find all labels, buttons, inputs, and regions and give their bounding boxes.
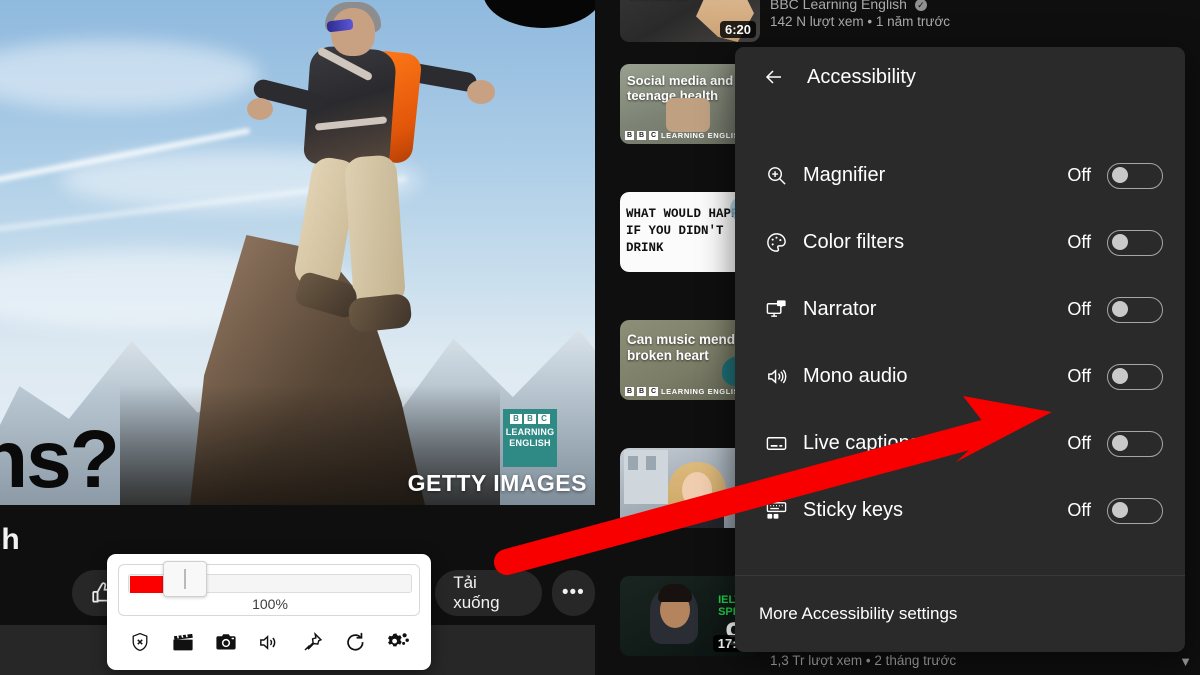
toolbar-icon-row	[118, 622, 420, 662]
channel-label: BBC Learning English	[770, 0, 907, 12]
item-label: Magnifier	[803, 164, 886, 186]
item-label: Sticky keys	[803, 499, 904, 521]
accessibility-item-narrator[interactable]: Narrator Off	[735, 276, 1185, 343]
volume-toolbar-popup[interactable]: 100%	[107, 554, 431, 670]
toggle-mono-audio[interactable]	[1107, 363, 1163, 390]
accessibility-item-magnifier[interactable]: Magnifier Off	[735, 142, 1185, 209]
scroll-down-caret-icon[interactable]: ▼	[1179, 654, 1192, 669]
speaker-icon	[759, 365, 793, 388]
more-actions-button[interactable]: •••	[551, 570, 595, 616]
thumbnail-title: efficient?	[628, 0, 690, 2]
toggle-color-filters[interactable]	[1107, 229, 1163, 256]
item-state: Off	[1067, 500, 1091, 520]
getty-images-watermark: GETTY IMAGES	[407, 470, 587, 496]
accessibility-item-mono-audio[interactable]: Mono audio Off	[735, 343, 1185, 410]
volume-percent-label: 100%	[252, 596, 288, 612]
item-label: Mono audio	[803, 365, 908, 387]
list-item[interactable]: efficient? 6:20	[620, 0, 760, 42]
item-state: Off	[1067, 165, 1091, 185]
back-button[interactable]	[751, 54, 797, 100]
rail-channel-name: BBC Learning English ✓	[770, 0, 927, 12]
toggle-live-captions[interactable]	[1107, 430, 1163, 457]
video-title: lish	[0, 523, 20, 556]
screen-root: ns? B B C LEARNING ENGLISH GETTY IMAGES …	[0, 0, 1200, 675]
download-button[interactable]: Tải xuống	[435, 570, 542, 616]
accessibility-items-list: Magnifier Off Color filters Off Narrator…	[735, 142, 1185, 544]
shield-block-icon[interactable]	[125, 627, 155, 657]
pin-icon[interactable]	[297, 627, 327, 657]
volume-slider-group[interactable]: 100%	[118, 561, 420, 616]
black-graphic-blob	[483, 0, 595, 28]
bbc-badge: B B C LEARNING ENGLISH	[625, 387, 746, 396]
more-accessibility-settings-link[interactable]: More Accessibility settings	[759, 604, 957, 624]
video-frame[interactable]: ns? B B C LEARNING ENGLISH GETTY IMAGES	[0, 0, 595, 505]
bbc-letter: C	[538, 414, 550, 424]
keyboard-icon	[759, 499, 793, 522]
accessibility-item-sticky-keys[interactable]: Sticky keys Off	[735, 477, 1185, 544]
color-palette-icon	[759, 231, 793, 254]
toggle-narrator[interactable]	[1107, 296, 1163, 323]
cloud	[0, 40, 260, 110]
back-arrow-icon	[765, 70, 781, 84]
ellipsis-icon: •••	[561, 582, 585, 603]
accessibility-item-live-captions[interactable]: Live captions Off	[735, 410, 1185, 477]
panel-title: Accessibility	[807, 65, 916, 88]
clapperboard-icon[interactable]	[168, 627, 198, 657]
download-label: Tải xuống	[453, 573, 500, 612]
bbc-letter: B	[510, 414, 522, 424]
accessibility-flyout-panel: Accessibility Magnifier Off Color filter…	[735, 47, 1185, 652]
captions-icon	[759, 432, 793, 455]
item-state: Off	[1067, 433, 1091, 453]
video-duration: 6:20	[719, 21, 756, 38]
narrator-icon	[759, 298, 793, 321]
item-state: Off	[1067, 299, 1091, 319]
volume-slider-handle[interactable]	[163, 561, 207, 597]
toggle-magnifier[interactable]	[1107, 162, 1163, 189]
toggle-sticky-keys[interactable]	[1107, 497, 1163, 524]
item-label: Live captions	[803, 432, 920, 454]
rail-view-meta: 142 N lượt xem • 1 năm trước	[770, 14, 951, 29]
bbc-learning-english-logo: B B C LEARNING ENGLISH	[503, 409, 557, 467]
accessibility-footer[interactable]: More Accessibility settings	[735, 576, 1185, 652]
verified-badge-icon: ✓	[914, 0, 927, 12]
item-state: Off	[1067, 366, 1091, 386]
item-label: Narrator	[803, 298, 877, 320]
bbc-letter: B	[524, 414, 536, 424]
thumbnail-title-text: ns?	[0, 414, 120, 505]
item-state: Off	[1067, 232, 1091, 252]
rail-footer-meta: 1,3 Tr lượt xem • 2 tháng trước	[770, 653, 957, 668]
video-thumbnail[interactable]: efficient? 6:20	[620, 0, 760, 42]
magnifier-icon	[759, 164, 793, 187]
hiker-figure	[245, 0, 495, 360]
bbc-badge: B B C LEARNING ENGLISH	[625, 131, 746, 140]
bbc-logo-line1: LEARNING	[505, 427, 555, 437]
accessibility-item-color-filters[interactable]: Color filters Off	[735, 209, 1185, 276]
speaker-icon[interactable]	[254, 627, 284, 657]
refresh-icon[interactable]	[340, 627, 370, 657]
bbc-logo-line2: ENGLISH	[509, 438, 551, 448]
item-label: Color filters	[803, 231, 905, 253]
settings-gears-icon[interactable]	[383, 627, 413, 657]
accessibility-header: Accessibility	[735, 47, 1185, 107]
camera-icon[interactable]	[211, 627, 241, 657]
